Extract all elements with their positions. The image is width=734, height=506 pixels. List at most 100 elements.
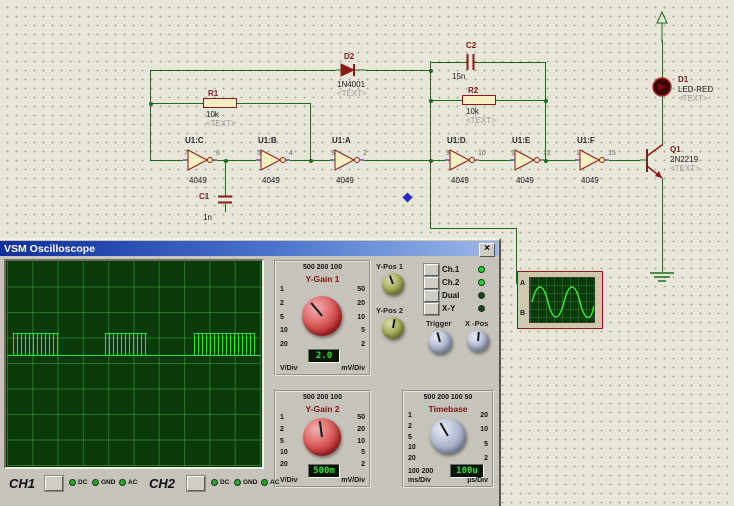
gate-pin-out: 15 [608,150,616,157]
timebase-knob[interactable] [430,418,466,454]
pulse-burst [105,333,147,356]
gate-value: 4049 [262,176,280,185]
xpos-knob[interactable] [467,330,489,352]
xpos-label: X -Pos [465,319,488,328]
ch1-gain-label: Y-Gain 1 [276,274,369,284]
d2-symbol[interactable] [336,62,366,78]
power-arrow-icon[interactable] [655,10,669,42]
close-icon[interactable]: × [479,243,495,257]
wire[interactable] [662,96,663,146]
ch1-unit-mvdiv: mV/Div [341,365,365,372]
inverter-gate-U1E[interactable]: U1:E11124049 [510,136,554,192]
inverter-gate-U1A[interactable]: U1:A324049 [330,136,374,192]
ground-symbol[interactable] [648,272,676,284]
ch1-gnd-led [92,479,99,486]
scale-num: 10 [480,426,488,433]
wire[interactable] [150,70,151,160]
wire[interactable] [496,100,545,101]
scale-num: 10 [280,327,288,334]
r2-symbol[interactable] [462,95,496,105]
inverter-symbol [256,148,290,172]
c2-symbol[interactable] [462,54,480,70]
wire[interactable] [310,103,311,160]
c1-symbol[interactable] [218,194,232,206]
ch1-gain-knob[interactable] [302,296,342,336]
gate-value: 4049 [451,176,469,185]
junction-dot [429,99,433,103]
mode-button-dual[interactable] [424,290,439,302]
inverter-gate-U1F[interactable]: U1:F14154049 [575,136,619,192]
scale-num: 20 [280,461,288,468]
ch2-gain-panel: 500 200 100 Y-Gain 2 1 2 5 10 20 50 20 1… [274,390,371,488]
timebase-panel: 500 200 100 50 Timebase 1 2 5 10 20 20 1… [402,390,494,488]
scale-num: 5 [280,438,288,445]
timebase-scale-bottom: 100 200 [408,468,433,475]
ch2-ac-indicator: AC [261,479,279,486]
window-titlebar[interactable]: VSM Oscilloscope × [0,241,498,256]
inverter-gate-U1C[interactable]: U1:C764049 [183,136,227,192]
ch2-gain-knob[interactable] [303,418,341,456]
ch2-gnd-led [234,479,241,486]
ch2-dc-led [211,479,218,486]
oscilloscope-part[interactable]: A B [517,271,603,329]
wire[interactable] [474,62,545,63]
wire[interactable] [150,160,183,161]
ch2-dc-indicator: DC [211,479,229,486]
scale-num: 1 [280,286,288,293]
ch2-unit-vdiv: V/Div [280,477,298,484]
ypos1-label: Y-Pos 1 [376,262,403,271]
d2-text: <TEXT> [337,90,367,98]
q1-symbol[interactable] [640,140,666,186]
inverter-gate-U1B[interactable]: U1:B544049 [256,136,300,192]
gate-ref: U1:C [185,136,204,145]
ch2-coupling-button[interactable] [187,476,205,491]
q1-text: <TEXT> [670,165,700,173]
d2-ref: D2 [344,53,354,61]
scale-num: 10 [280,449,288,456]
ch1-ac-indicator: AC [119,479,137,486]
c2-value: 15n [452,73,465,81]
scale-num: 5 [280,314,288,321]
scale-num: 20 [357,300,365,307]
trigger-label: Trigger [426,319,451,328]
wire[interactable] [430,228,516,229]
gate-ref: U1:A [332,136,351,145]
inverter-gate-U1D[interactable]: U1:D9104049 [445,136,489,192]
ch1-scale-top: 500 200 100 [276,264,369,271]
scale-num: 2 [361,341,365,348]
ypos1-knob[interactable] [382,273,404,295]
mode-led [478,266,485,273]
wire[interactable] [366,70,430,71]
wire[interactable] [150,103,203,104]
ch1-coupling-button[interactable] [45,476,63,491]
timebase-value: 100u [450,464,484,478]
probe-a-label: A [520,280,525,287]
scale-num: 10 [357,438,365,445]
wire[interactable] [150,70,336,71]
mode-button-xy[interactable] [424,303,439,315]
pulse-burst [194,333,255,356]
gate-value: 4049 [336,176,354,185]
r1-symbol[interactable] [203,98,237,108]
wire[interactable] [430,100,462,101]
mode-button-ch2[interactable] [424,277,439,289]
scale-num: 1 [408,412,416,419]
mode-button-ch1[interactable] [424,264,439,276]
trigger-knob[interactable] [428,330,452,354]
wire[interactable] [662,40,663,78]
scale-num: 5 [408,434,416,441]
ypos2-knob[interactable] [382,317,404,339]
probe-b-label: B [520,310,525,317]
wire[interactable] [364,160,445,161]
scale-num: 2 [361,461,365,468]
inverter-symbol [510,148,544,172]
wire[interactable] [430,62,431,228]
gate-value: 4049 [581,176,599,185]
ch2-gain-value: 500m [308,464,340,478]
wire[interactable] [237,103,310,104]
gate-ref: U1:E [512,136,530,145]
origin-marker [403,193,413,203]
scale-num: 5 [484,441,488,448]
d1-led-symbol[interactable] [650,74,674,98]
wire[interactable] [662,178,663,272]
